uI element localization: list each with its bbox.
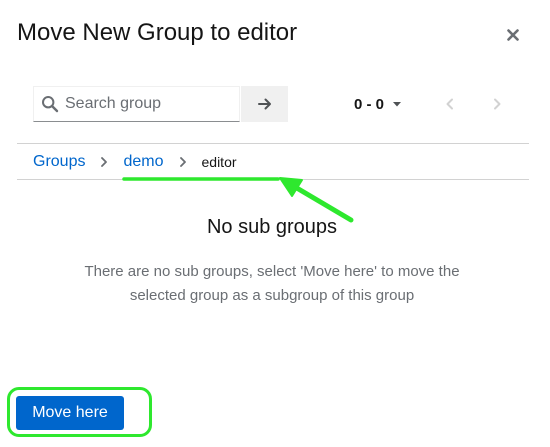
search-icon — [42, 96, 59, 113]
search-box — [33, 86, 240, 122]
breadcrumb-separator-icon — [178, 157, 188, 167]
breadcrumb: Groups demo editor — [33, 151, 237, 173]
breadcrumb-separator-icon — [99, 157, 109, 167]
pagination-prev-button[interactable] — [438, 92, 462, 116]
chevron-right-icon — [494, 98, 501, 110]
pagination-toggle[interactable]: 0 - 0 — [348, 92, 408, 116]
move-here-button[interactable]: Move here — [16, 396, 124, 430]
breadcrumb-item-groups[interactable]: Groups — [33, 153, 85, 171]
search-input[interactable] — [65, 95, 225, 113]
arrow-right-icon — [257, 98, 271, 110]
chevron-left-icon — [446, 98, 453, 110]
pagination-label: 0 - 0 — [354, 95, 385, 113]
breadcrumb-item-editor: editor — [201, 154, 237, 170]
modal-title: Move New Group to editor — [17, 19, 298, 46]
search-submit-button[interactable] — [241, 86, 288, 122]
divider — [17, 179, 529, 180]
empty-state-title: No sub groups — [206, 216, 338, 238]
breadcrumb-item-demo[interactable]: demo — [123, 153, 163, 171]
pagination-next-button[interactable] — [485, 92, 509, 116]
caret-down-icon — [393, 102, 402, 107]
close-icon — [507, 29, 519, 41]
close-button[interactable] — [502, 24, 524, 46]
divider — [17, 143, 529, 144]
empty-state-body: There are no sub groups, select 'Move he… — [84, 263, 460, 304]
